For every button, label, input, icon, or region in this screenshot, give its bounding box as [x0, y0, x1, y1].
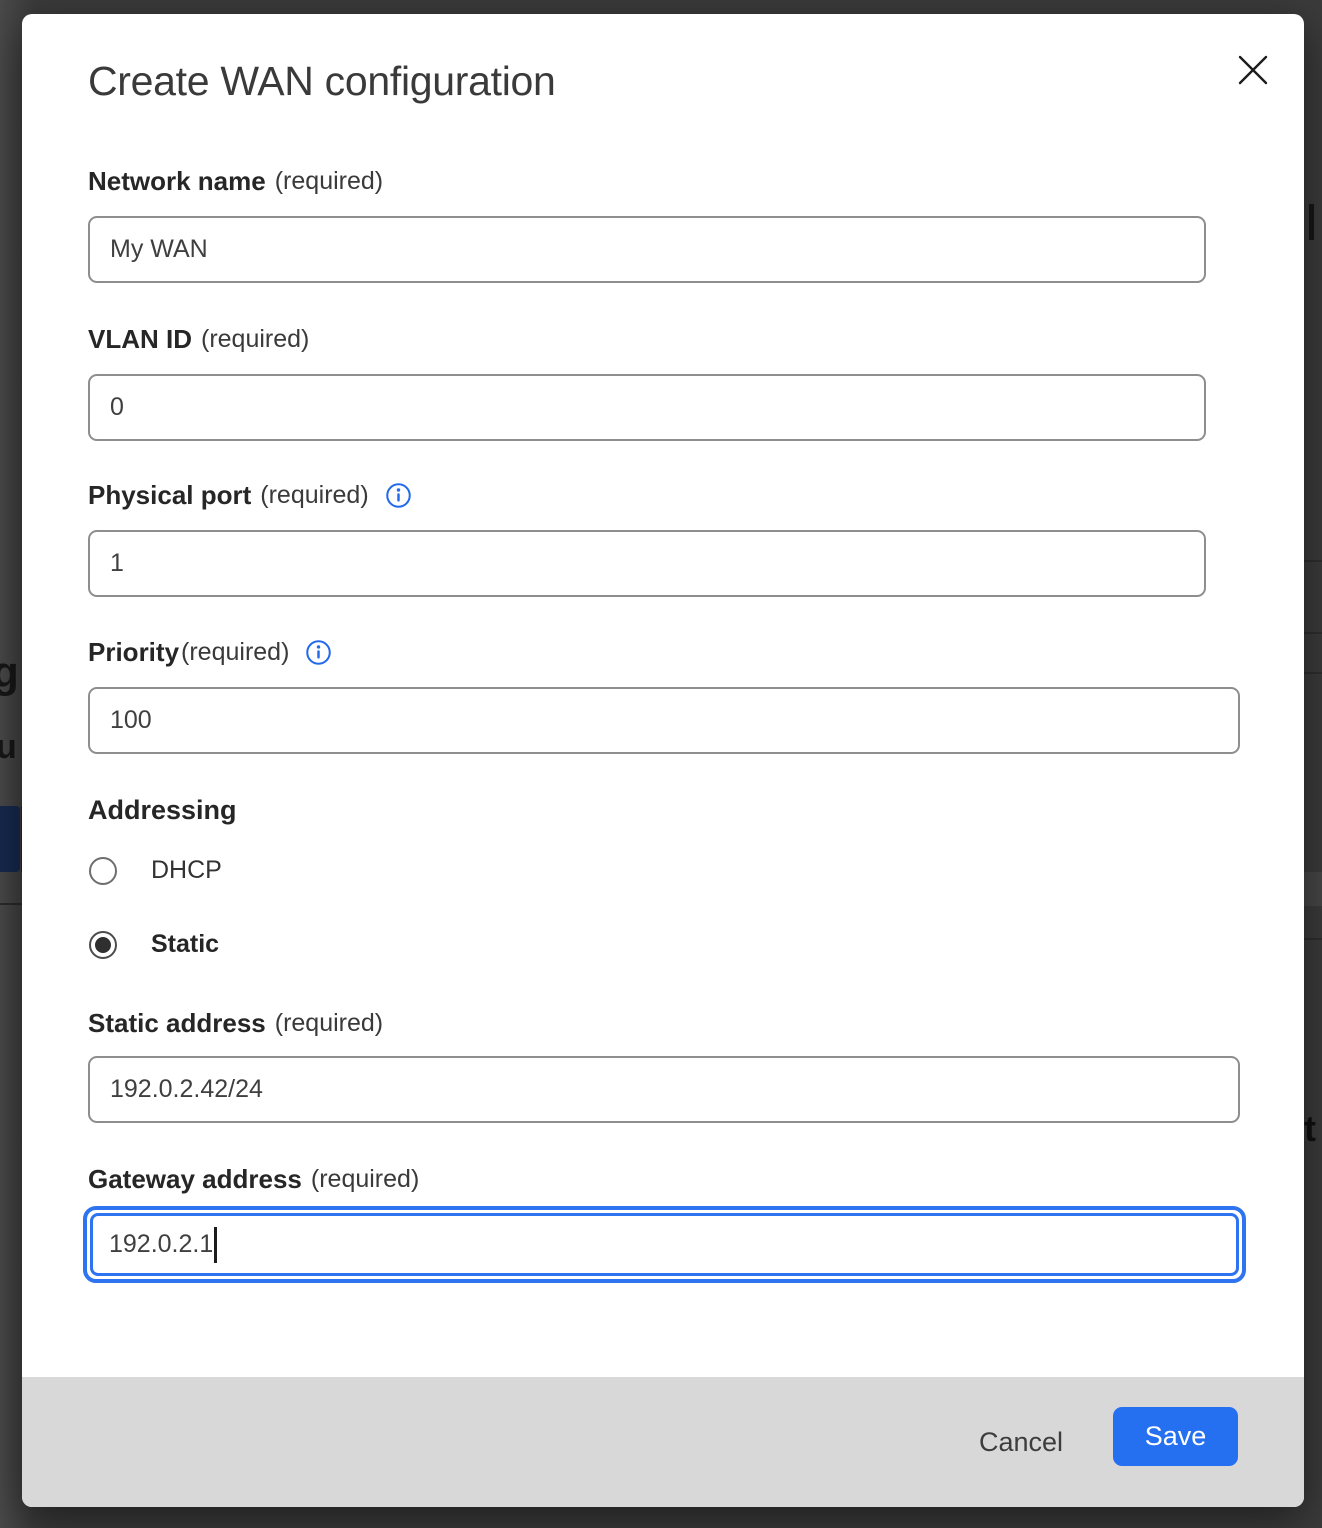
save-button[interactable]: Save	[1113, 1407, 1238, 1466]
background-text-fragment: g	[0, 648, 19, 698]
physical-port-label: Physical port (required)	[88, 480, 412, 511]
background-divider-fragment	[1304, 632, 1322, 634]
background-divider-fragment	[1304, 938, 1322, 940]
create-wan-modal: Create WAN configuration Network name (r…	[22, 14, 1304, 1507]
static-address-input[interactable]: 192.0.2.42/24	[88, 1056, 1240, 1123]
vlan-id-input[interactable]: 0	[88, 374, 1206, 441]
background-divider-fragment	[0, 903, 22, 905]
gateway-address-label: Gateway address (required)	[88, 1164, 419, 1195]
close-button[interactable]	[1234, 51, 1272, 89]
vlan-id-label: VLAN ID (required)	[88, 324, 309, 355]
gateway-address-focus-ring: 192.0.2.1	[83, 1206, 1246, 1283]
physical-port-input[interactable]: 1	[88, 530, 1206, 597]
network-name-label: Network name (required)	[88, 166, 383, 197]
cancel-button[interactable]: Cancel	[955, 1413, 1087, 1472]
info-icon[interactable]	[305, 639, 332, 666]
background-text-fragment	[1309, 204, 1314, 240]
radio-option-dhcp[interactable]: DHCP	[89, 856, 222, 885]
close-icon	[1234, 51, 1272, 89]
background-button-fragment	[0, 806, 20, 872]
priority-input[interactable]: 100	[88, 687, 1240, 754]
background-row-fragment	[1304, 872, 1322, 906]
priority-label: Priority (required)	[88, 637, 332, 668]
modal-title: Create WAN configuration	[88, 58, 556, 105]
info-icon[interactable]	[385, 482, 412, 509]
radio-button[interactable]	[89, 857, 117, 885]
text-caret	[214, 1227, 217, 1263]
radio-button[interactable]	[89, 931, 117, 959]
static-address-label: Static address (required)	[88, 1008, 383, 1039]
network-name-input[interactable]: My WAN	[88, 216, 1206, 283]
background-text-fragment: t	[1304, 1108, 1316, 1150]
gateway-address-input[interactable]: 192.0.2.1	[90, 1213, 1239, 1276]
modal-footer: Cancel Save	[22, 1377, 1304, 1507]
addressing-heading: Addressing	[88, 795, 237, 826]
background-text-fragment: u	[0, 728, 17, 767]
background-divider-fragment	[1304, 560, 1322, 562]
background-divider-fragment	[1304, 672, 1322, 674]
radio-option-static[interactable]: Static	[89, 930, 219, 959]
